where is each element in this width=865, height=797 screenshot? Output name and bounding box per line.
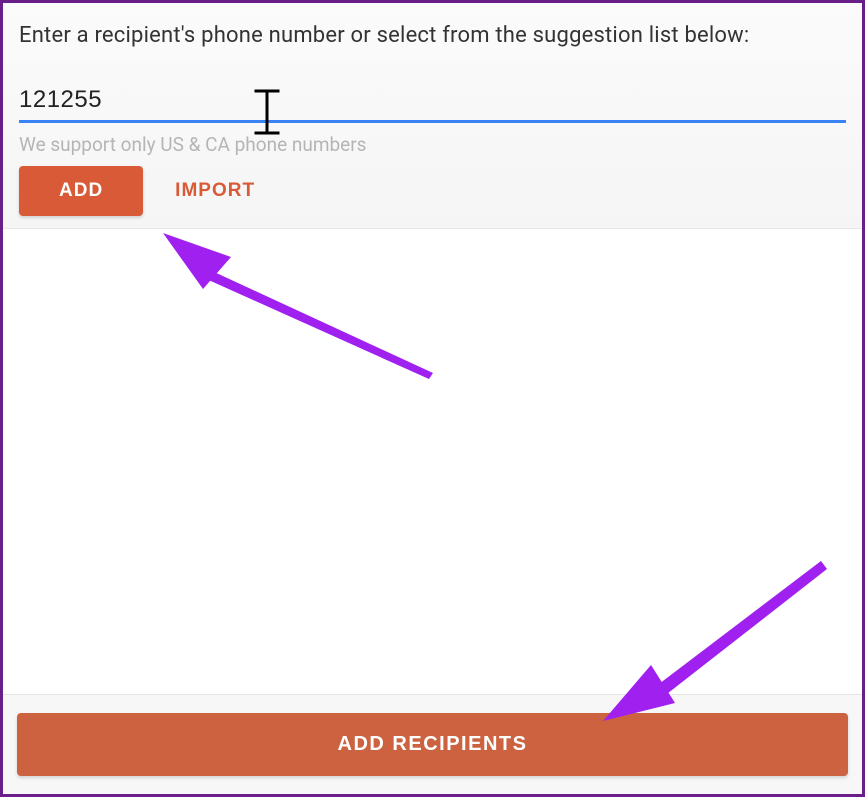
dialog-frame: Enter a recipient's phone number or sele…: [0, 0, 865, 797]
button-row: ADD IMPORT: [19, 166, 846, 216]
prompt-label: Enter a recipient's phone number or sele…: [19, 23, 846, 48]
phone-input-wrap: [19, 82, 846, 123]
footer-bar: ADD RECIPIENTS: [3, 694, 862, 794]
recipient-entry-section: Enter a recipient's phone number or sele…: [3, 3, 862, 229]
add-recipients-button[interactable]: ADD RECIPIENTS: [17, 713, 848, 776]
phone-number-input[interactable]: [19, 82, 846, 123]
suggestion-list-area: [3, 229, 862, 649]
import-button[interactable]: IMPORT: [167, 166, 263, 216]
phone-hint-text: We support only US & CA phone numbers: [19, 133, 846, 156]
add-button[interactable]: ADD: [19, 166, 143, 216]
